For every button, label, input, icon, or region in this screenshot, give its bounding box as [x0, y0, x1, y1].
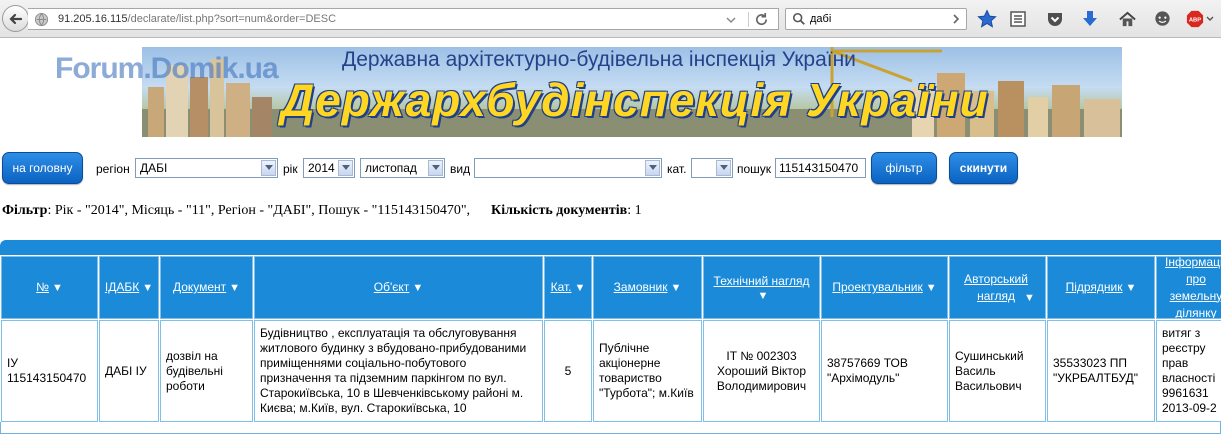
chevron-down-icon: [338, 160, 353, 176]
forum-watermark: Forum.Domik.ua: [55, 52, 279, 85]
column-header-label[interactable]: Замовник: [614, 279, 668, 296]
cell-document: дозвіл на будівельні роботи: [160, 320, 253, 422]
search-go-icon[interactable]: [950, 13, 962, 25]
region-select[interactable]: ДАБІ: [135, 158, 278, 178]
cell-customer: Публічне акціонерне товариство "Турбота"…: [593, 320, 702, 422]
month-select[interactable]: листопад: [360, 158, 445, 178]
cell-land-info: витяг з реєстру прав власності 9961631 2…: [1156, 320, 1221, 422]
header-banner: Державна архітектурно-будівельна інспекц…: [142, 47, 1122, 137]
cell-number: ІУ 115143150470: [1, 320, 98, 422]
cell-contractor: 35533023 ПП "УКРБАЛТБУД": [1047, 320, 1155, 422]
type-label: вид: [450, 162, 471, 176]
year-select[interactable]: 2014: [303, 158, 355, 178]
column-header-category[interactable]: Кат. ▼: [544, 256, 592, 319]
type-select[interactable]: [474, 158, 662, 178]
filter-button[interactable]: фільтр: [871, 152, 937, 184]
filter-summary-label: Фільтр: [2, 203, 48, 218]
column-header-designer[interactable]: Проектувальник ▼: [821, 256, 948, 319]
cell-land-info-text: витяг з реєстру прав власності 9961631 2…: [1162, 326, 1217, 415]
column-header-idabk[interactable]: ІДАБК ▼: [99, 256, 159, 319]
cell-tech-supervision: ІТ № 002303 Хороший Віктор Володимирович: [703, 320, 820, 422]
sort-arrow-icon[interactable]: ▼: [1126, 282, 1137, 294]
sort-arrow-icon[interactable]: ▼: [575, 282, 586, 294]
category-label: кат.: [667, 162, 687, 176]
downloads-icon[interactable]: [1080, 9, 1100, 29]
sort-arrow-icon[interactable]: ▼: [670, 282, 681, 294]
column-header-label[interactable]: ІДАБК: [105, 279, 139, 296]
url-dropdown-icon[interactable]: [725, 14, 737, 26]
region-label: регіон: [96, 162, 130, 176]
cell-designer: 38757669 ТОВ "Архімодуль": [821, 320, 948, 422]
column-header-contractor[interactable]: Підрядник ▼: [1047, 256, 1155, 319]
back-button[interactable]: [2, 5, 29, 32]
cell-author-supervision: Сушинський Василь Васильович: [949, 320, 1046, 422]
column-header-label[interactable]: Документ: [173, 279, 226, 296]
sort-arrow-icon[interactable]: ▼: [229, 282, 240, 294]
column-header-object[interactable]: Об'єкт ▼: [254, 256, 543, 319]
search-query: дабі: [810, 13, 832, 25]
filter-summary: Фільтр: Рік - "2014", Місяць - "11", Рег…: [2, 203, 642, 219]
column-header-label[interactable]: №: [36, 279, 49, 296]
chevron-down-icon: [645, 160, 660, 176]
sort-arrow-icon[interactable]: ▼: [1024, 292, 1035, 304]
column-header-label[interactable]: Підрядник: [1066, 279, 1123, 296]
bookmark-star-icon[interactable]: [977, 9, 997, 29]
pocket-icon[interactable]: [1045, 9, 1065, 29]
column-header-customer[interactable]: Замовник ▼: [593, 256, 702, 319]
column-header-label[interactable]: Об'єкт: [374, 279, 410, 296]
month-value: листопад: [365, 161, 417, 175]
sort-arrow-icon[interactable]: ▼: [926, 282, 937, 294]
url-text: 91.205.16.115/declarate/list.php?sort=nu…: [58, 13, 337, 25]
cell-object: Будівництво , експлуатація та обслуговув…: [254, 320, 543, 422]
chat-icon[interactable]: [1152, 9, 1172, 29]
year-value: 2014: [308, 161, 335, 175]
column-header-document[interactable]: Документ ▼: [160, 256, 253, 319]
column-header-label[interactable]: Технічний нагляд: [714, 273, 810, 290]
reset-button[interactable]: скинути: [949, 152, 1018, 184]
cell-idabk: ДАБІ ІУ: [99, 320, 159, 422]
home-button[interactable]: на головну: [2, 152, 83, 184]
site-info-icon[interactable]: [34, 12, 49, 27]
region-value: ДАБІ: [140, 161, 168, 175]
banner-subtitle: Державна архітектурно-будівельна інспекц…: [342, 48, 856, 71]
column-header-label[interactable]: Інформація про земельну ділянку: [1165, 257, 1221, 318]
svg-text:ABP: ABP: [1189, 18, 1201, 24]
back-arrow-icon: [8, 13, 22, 24]
column-header-label[interactable]: Авторський нагляд: [960, 271, 1032, 305]
table-top-bar: [0, 240, 1221, 255]
banner-title: Держархбудінспекція України: [281, 74, 989, 126]
browser-toolbar: 91.205.16.115/declarate/list.php?sort=nu…: [0, 0, 1221, 38]
category-select[interactable]: [691, 158, 733, 178]
chevron-down-icon: [716, 160, 731, 176]
bookmarks-list-icon[interactable]: [1008, 9, 1028, 29]
year-label: рік: [283, 162, 298, 176]
adblock-icon[interactable]: ABP: [1186, 9, 1214, 29]
sort-arrow-icon[interactable]: ▼: [142, 282, 153, 294]
document-count-label: Кількість документів: [491, 203, 628, 218]
sort-arrow-icon[interactable]: ▼: [412, 282, 423, 294]
column-header-label[interactable]: Проектувальник: [832, 279, 922, 296]
address-bar[interactable]: 91.205.16.115/declarate/list.php?sort=nu…: [28, 8, 779, 30]
chevron-down-icon: [428, 160, 443, 176]
sort-arrow-icon[interactable]: ▼: [758, 290, 769, 302]
search-icon: [792, 12, 805, 25]
column-header-label[interactable]: Кат.: [551, 279, 572, 296]
document-count-value: : 1: [627, 203, 642, 218]
cell-category: 5: [544, 320, 592, 422]
column-header-land-info[interactable]: Інформація про земельну ділянку: [1156, 256, 1221, 319]
search-label: пошук: [737, 162, 772, 176]
table-bottom-border: [0, 422, 1221, 434]
search-bar[interactable]: дабі: [785, 8, 967, 30]
filter-summary-text: : Рік - "2014", Місяць - "11", Регіон - …: [47, 203, 471, 218]
column-header-number[interactable]: № ▼: [1, 256, 98, 319]
search-input[interactable]: 115143150470: [775, 158, 866, 178]
column-header-author-supervision[interactable]: Авторський нагляд ▼: [949, 256, 1046, 319]
column-header-tech-supervision[interactable]: Технічний нагляд ▼: [703, 256, 820, 319]
home-icon[interactable]: [1117, 9, 1137, 29]
chevron-down-icon: [261, 160, 276, 176]
reload-icon[interactable]: [754, 12, 769, 27]
sort-arrow-icon[interactable]: ▼: [52, 282, 63, 294]
